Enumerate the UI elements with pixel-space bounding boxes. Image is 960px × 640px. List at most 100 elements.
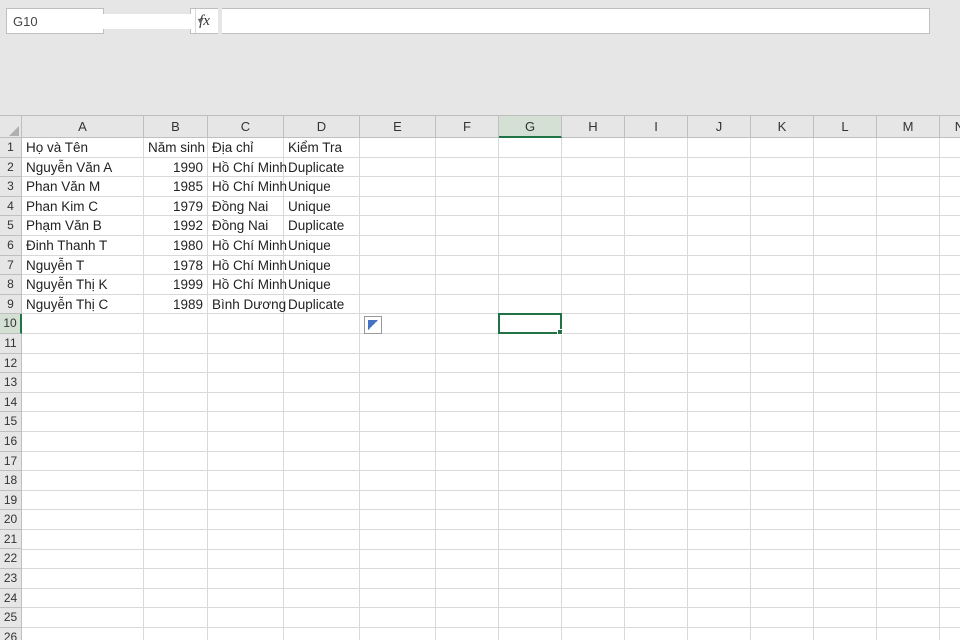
cell[interactable] <box>814 510 877 530</box>
cell[interactable] <box>625 589 688 609</box>
cell[interactable] <box>22 452 144 472</box>
cell[interactable] <box>940 216 960 236</box>
cell[interactable] <box>208 589 284 609</box>
cell[interactable] <box>208 373 284 393</box>
cell[interactable] <box>22 628 144 640</box>
cell[interactable] <box>562 334 625 354</box>
cell[interactable] <box>360 295 436 315</box>
cell[interactable] <box>499 471 562 491</box>
cell[interactable] <box>625 334 688 354</box>
cell[interactable] <box>360 216 436 236</box>
cell[interactable] <box>562 373 625 393</box>
cell[interactable] <box>284 628 360 640</box>
cell[interactable] <box>208 471 284 491</box>
cell[interactable] <box>877 158 940 178</box>
cell[interactable] <box>284 491 360 511</box>
cell[interactable] <box>499 236 562 256</box>
data-cell[interactable]: 1985 <box>144 177 208 197</box>
column-header[interactable]: K <box>751 116 814 138</box>
cell[interactable] <box>877 412 940 432</box>
cell[interactable] <box>144 608 208 628</box>
cell[interactable] <box>940 510 960 530</box>
data-cell[interactable]: Unique <box>284 197 360 217</box>
cell[interactable] <box>751 550 814 570</box>
cell[interactable] <box>436 275 499 295</box>
cell[interactable] <box>625 216 688 236</box>
column-headers[interactable]: ABCDEFGHIJKLMN <box>22 116 960 138</box>
cell[interactable] <box>360 373 436 393</box>
cell[interactable] <box>144 569 208 589</box>
cell[interactable] <box>562 177 625 197</box>
column-header[interactable]: B <box>144 116 208 138</box>
cell[interactable] <box>688 158 751 178</box>
cell[interactable] <box>562 412 625 432</box>
cell[interactable] <box>284 412 360 432</box>
cell[interactable] <box>360 412 436 432</box>
cell[interactable] <box>877 197 940 217</box>
cell[interactable] <box>436 354 499 374</box>
cell[interactable] <box>814 491 877 511</box>
cell[interactable] <box>940 608 960 628</box>
cell[interactable] <box>562 530 625 550</box>
cell[interactable] <box>144 432 208 452</box>
cell[interactable] <box>751 275 814 295</box>
cell[interactable] <box>22 589 144 609</box>
cell[interactable] <box>877 275 940 295</box>
cell[interactable] <box>625 608 688 628</box>
cell[interactable] <box>877 256 940 276</box>
cell[interactable] <box>814 236 877 256</box>
cell[interactable] <box>940 452 960 472</box>
cell[interactable] <box>625 138 688 158</box>
cell[interactable] <box>625 177 688 197</box>
cell[interactable] <box>22 373 144 393</box>
cell[interactable] <box>940 295 960 315</box>
cell[interactable] <box>688 393 751 413</box>
cell[interactable] <box>877 510 940 530</box>
cell[interactable] <box>688 295 751 315</box>
cell[interactable] <box>814 354 877 374</box>
row-header[interactable]: 20 <box>0 510 22 530</box>
cell[interactable] <box>940 334 960 354</box>
cell[interactable] <box>360 628 436 640</box>
cell[interactable] <box>688 452 751 472</box>
cell[interactable] <box>144 354 208 374</box>
column-header[interactable]: A <box>22 116 144 138</box>
cell[interactable] <box>436 471 499 491</box>
cell[interactable] <box>436 608 499 628</box>
cell[interactable] <box>144 452 208 472</box>
row-header[interactable]: 16 <box>0 432 22 452</box>
cell[interactable] <box>751 138 814 158</box>
cell[interactable] <box>436 628 499 640</box>
data-cell[interactable]: Unique <box>284 177 360 197</box>
data-cell[interactable]: 1978 <box>144 256 208 276</box>
cell[interactable] <box>360 491 436 511</box>
cell[interactable] <box>208 510 284 530</box>
row-header[interactable]: 22 <box>0 549 22 569</box>
cell[interactable] <box>940 177 960 197</box>
column-header[interactable]: D <box>284 116 360 138</box>
cell[interactable] <box>499 608 562 628</box>
cell[interactable] <box>499 275 562 295</box>
cell[interactable] <box>562 314 625 334</box>
data-cell[interactable]: Hồ Chí Minh <box>208 275 284 295</box>
cell[interactable] <box>360 158 436 178</box>
cell[interactable] <box>625 295 688 315</box>
cell[interactable] <box>360 177 436 197</box>
cell[interactable] <box>208 393 284 413</box>
select-all-corner[interactable] <box>0 116 22 138</box>
cell[interactable] <box>751 177 814 197</box>
data-cell[interactable]: Nguyễn T <box>22 256 144 276</box>
cell[interactable] <box>562 589 625 609</box>
cell[interactable] <box>499 510 562 530</box>
row-header[interactable]: 6 <box>0 236 22 256</box>
header-cell[interactable]: Năm sinh <box>144 138 208 158</box>
cell[interactable] <box>284 569 360 589</box>
cell[interactable] <box>625 628 688 640</box>
cell[interactable] <box>751 314 814 334</box>
cell[interactable] <box>940 197 960 217</box>
cell[interactable] <box>562 608 625 628</box>
cell[interactable] <box>562 471 625 491</box>
cell[interactable] <box>688 589 751 609</box>
cell[interactable] <box>144 334 208 354</box>
column-header[interactable]: C <box>208 116 284 138</box>
